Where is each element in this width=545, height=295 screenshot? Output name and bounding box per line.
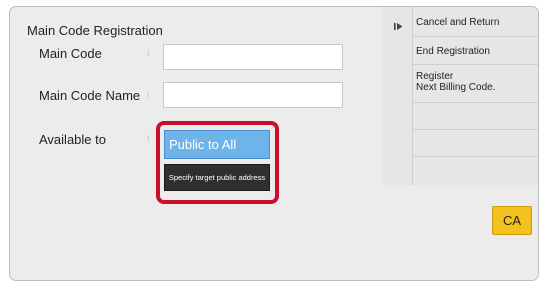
registration-panel: Main Code Registration Main Code ⁝ Main … bbox=[9, 6, 539, 281]
menu-item-label: Cancel and Return bbox=[416, 17, 500, 28]
empty-menu-item bbox=[413, 103, 538, 130]
play-right-icon[interactable] bbox=[394, 22, 403, 31]
menu-item-label: Next Billing Code. bbox=[416, 82, 496, 93]
available-to-separator-icon: ⁝ bbox=[147, 134, 150, 143]
main-code-name-label: Main Code Name bbox=[39, 88, 141, 103]
main-code-input[interactable] bbox=[163, 44, 343, 70]
main-code-name-separator-icon: ⁝ bbox=[147, 91, 150, 100]
empty-menu-item bbox=[413, 130, 538, 157]
side-menu: Cancel and Return End Registration Regis… bbox=[412, 7, 538, 185]
available-to-label: Available to bbox=[39, 132, 106, 147]
menu-item-label: End Registration bbox=[416, 46, 490, 57]
ca-button[interactable]: CA bbox=[492, 206, 532, 235]
public-to-all-button[interactable]: Public to All bbox=[164, 130, 270, 159]
screen: Main Code Registration Main Code ⁝ Main … bbox=[0, 0, 545, 295]
register-next-billing-code-item[interactable]: Register Next Billing Code. bbox=[413, 65, 538, 103]
cancel-and-return-item[interactable]: Cancel and Return bbox=[413, 7, 538, 37]
page-title: Main Code Registration bbox=[27, 23, 163, 38]
end-registration-item[interactable]: End Registration bbox=[413, 37, 538, 65]
specify-target-address-button[interactable]: Specify target public address bbox=[164, 164, 270, 191]
side-menu-toggle-strip[interactable] bbox=[383, 7, 412, 185]
main-code-label: Main Code bbox=[39, 46, 102, 61]
main-code-separator-icon: ⁝ bbox=[147, 49, 150, 58]
empty-menu-item bbox=[413, 157, 538, 185]
main-code-name-input[interactable] bbox=[163, 82, 343, 108]
menu-item-label: Register bbox=[416, 71, 454, 82]
